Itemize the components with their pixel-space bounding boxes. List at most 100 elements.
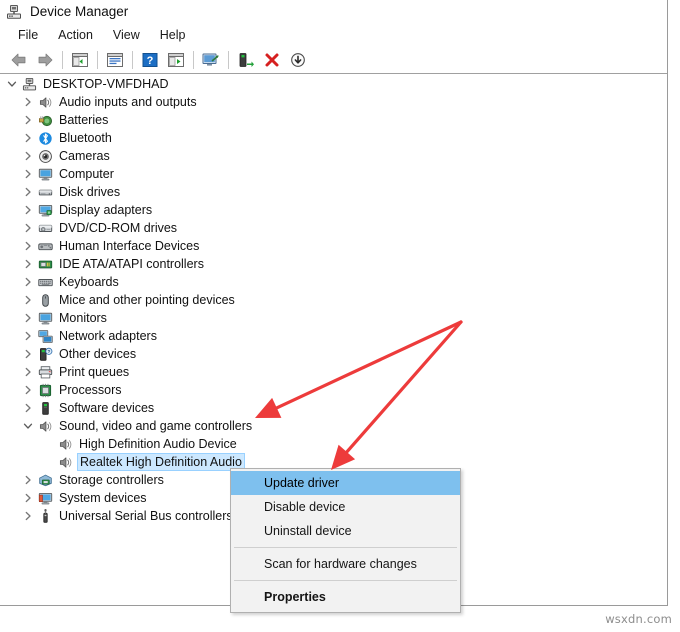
- tree-label: Display adapters: [59, 203, 153, 217]
- tree-row-cameras[interactable]: Cameras: [0, 147, 667, 165]
- tree-row-bluetooth[interactable]: Bluetooth: [0, 129, 667, 147]
- chevron-right-icon[interactable]: [20, 346, 36, 362]
- tree-row-software-devices[interactable]: Software devices: [0, 399, 667, 417]
- tree-row-monitors[interactable]: Monitors: [0, 309, 667, 327]
- chevron-right-icon[interactable]: [20, 400, 36, 416]
- ide-controller-icon: [36, 256, 54, 272]
- chevron-right-icon[interactable]: [20, 364, 36, 380]
- tree-label: High Definition Audio Device: [79, 437, 237, 451]
- tree-row-mice-and-other-pointing-devices[interactable]: Mice and other pointing devices: [0, 291, 667, 309]
- chevron-right-icon[interactable]: [20, 310, 36, 326]
- disk-drive-icon: [36, 184, 54, 200]
- chevron-right-icon[interactable]: [20, 274, 36, 290]
- scan-hardware-icon[interactable]: [163, 48, 189, 72]
- chevron-right-icon[interactable]: [20, 184, 36, 200]
- context-menu-item-scan-for-hardware-changes[interactable]: Scan for hardware changes: [231, 552, 460, 576]
- usb-icon: [36, 508, 54, 524]
- chevron-right-icon[interactable]: [20, 220, 36, 236]
- tree-label: Processors: [59, 383, 122, 397]
- help-icon[interactable]: ?: [137, 48, 163, 72]
- update-driver-icon[interactable]: [198, 48, 224, 72]
- device-manager-screenshot: Device Manager File Action View Help ? D…: [0, 0, 680, 632]
- chevron-right-icon[interactable]: [20, 490, 36, 506]
- tree-label: Storage controllers: [59, 473, 164, 487]
- mouse-icon: [36, 292, 54, 308]
- chevron-right-icon[interactable]: [20, 508, 36, 524]
- tree-row-batteries[interactable]: Batteries: [0, 111, 667, 129]
- tree-label: Cameras: [59, 149, 110, 163]
- context-menu-item-properties[interactable]: Properties: [231, 585, 460, 609]
- speaker-icon: [36, 94, 54, 110]
- tree-row-high-definition-audio-device[interactable]: High Definition Audio Device: [0, 435, 667, 453]
- menu-bar: File Action View Help: [0, 24, 667, 46]
- other-device-icon: ?: [36, 346, 54, 362]
- toolbar-separator: [193, 50, 194, 69]
- chevron-right-icon[interactable]: [20, 472, 36, 488]
- tree-label: Disk drives: [59, 185, 121, 199]
- chevron-right-icon[interactable]: [20, 328, 36, 344]
- tree-label: Monitors: [59, 311, 107, 325]
- tree-row-keyboards[interactable]: Keyboards: [0, 273, 667, 291]
- context-menu-separator: [234, 547, 457, 548]
- device-context-menu[interactable]: Update driver Disable device Uninstall dev…: [230, 468, 461, 613]
- properties-icon[interactable]: [102, 48, 128, 72]
- speaker-icon: [36, 418, 54, 434]
- chevron-right-icon[interactable]: [20, 148, 36, 164]
- keyboard-icon: [36, 274, 54, 290]
- chevron-right-icon[interactable]: [20, 112, 36, 128]
- menu-action[interactable]: Action: [48, 27, 103, 44]
- enable-device-icon[interactable]: [233, 48, 259, 72]
- chevron-right-icon[interactable]: [20, 202, 36, 218]
- toolbar-separator: [97, 50, 98, 69]
- system-device-icon: [36, 490, 54, 506]
- tree-label: System devices: [59, 491, 147, 505]
- menu-view[interactable]: View: [103, 27, 150, 44]
- chevron-right-icon[interactable]: [20, 238, 36, 254]
- tree-row-dvd-cd-rom-drives[interactable]: DVD/CD-ROM drives: [0, 219, 667, 237]
- chevron-down-icon[interactable]: [4, 76, 20, 92]
- back-arrow-icon[interactable]: [6, 48, 32, 72]
- tree-row-processors[interactable]: Processors: [0, 381, 667, 399]
- chevron-right-icon[interactable]: [20, 166, 36, 182]
- chevron-down-icon[interactable]: [20, 418, 36, 434]
- forward-arrow-icon[interactable]: [32, 48, 58, 72]
- tree-label: Batteries: [59, 113, 109, 127]
- chevron-right-icon[interactable]: [20, 256, 36, 272]
- tree-row-root[interactable]: DESKTOP-VMFDHAD: [0, 75, 667, 93]
- speaker-icon: [56, 436, 74, 452]
- chevron-right-icon[interactable]: [20, 130, 36, 146]
- tree-row-ide-ata-atapi-controllers[interactable]: IDE ATA/ATAPI controllers: [0, 255, 667, 273]
- bluetooth-icon: [36, 130, 54, 146]
- tree-label: Universal Serial Bus controllers: [59, 509, 233, 523]
- tree-row-disk-drives[interactable]: Disk drives: [0, 183, 667, 201]
- chevron-right-icon[interactable]: [20, 382, 36, 398]
- tree-row-display-adapters[interactable]: Display adapters: [0, 201, 667, 219]
- hid-icon: [36, 238, 54, 254]
- tree-row-human-interface-devices[interactable]: Human Interface Devices: [0, 237, 667, 255]
- speaker-icon: [56, 454, 74, 470]
- toolbar-separator: [132, 50, 133, 69]
- tree-row-network-adapters[interactable]: Network adapters: [0, 327, 667, 345]
- tree-row-audio-inputs-and-outputs[interactable]: Audio inputs and outputs: [0, 93, 667, 111]
- tree-row-print-queues[interactable]: Print queues: [0, 363, 667, 381]
- chevron-right-icon[interactable]: [20, 94, 36, 110]
- watermark: wsxdn.com: [605, 612, 672, 626]
- monitor-icon: [36, 166, 54, 182]
- uninstall-device-icon[interactable]: [259, 48, 285, 72]
- tree-label: Keyboards: [59, 275, 119, 289]
- context-menu-item-disable-device[interactable]: Disable device: [231, 495, 460, 519]
- monitor-icon: [36, 310, 54, 326]
- context-menu-item-uninstall-device[interactable]: Uninstall device: [231, 519, 460, 543]
- context-menu-item-update-driver[interactable]: Update driver: [231, 471, 460, 495]
- storage-ctrl-icon: [36, 472, 54, 488]
- tree-row-other-devices[interactable]: ? Other devices: [0, 345, 667, 363]
- menu-file[interactable]: File: [8, 27, 48, 44]
- tree-row-sound-video-and-game-controllers[interactable]: Sound, video and game controllers: [0, 417, 667, 435]
- chevron-right-icon[interactable]: [20, 292, 36, 308]
- disable-device-icon[interactable]: [285, 48, 311, 72]
- title-bar: Device Manager: [0, 0, 667, 24]
- show-hide-tree-icon[interactable]: [67, 48, 93, 72]
- tree-row-computer[interactable]: Computer: [0, 165, 667, 183]
- tree-label: Human Interface Devices: [59, 239, 200, 253]
- menu-help[interactable]: Help: [150, 27, 196, 44]
